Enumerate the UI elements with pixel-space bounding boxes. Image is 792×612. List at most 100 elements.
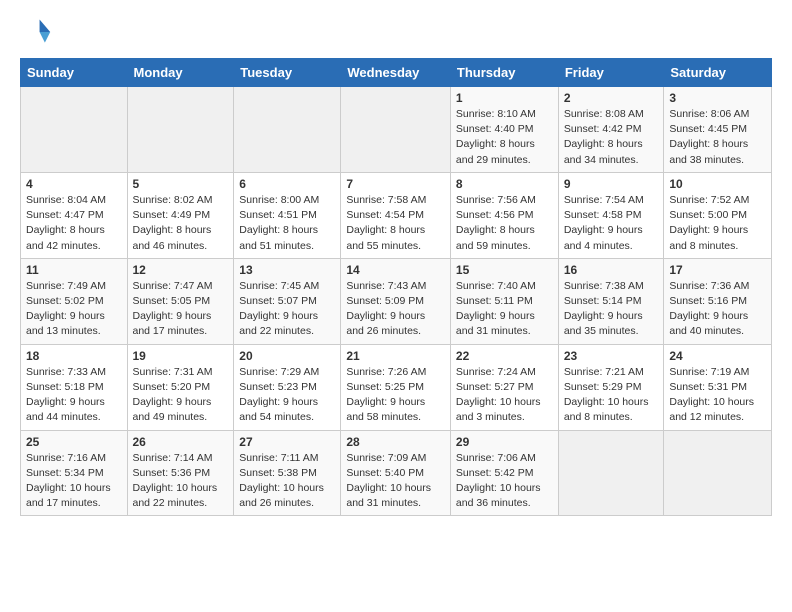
day-number: 20 xyxy=(239,349,335,363)
day-cell: 21Sunrise: 7:26 AMSunset: 5:25 PMDayligh… xyxy=(341,344,451,430)
day-cell: 19 Sunrise: 7:31 AMSunset: 5:20 PMDayligh… xyxy=(127,344,234,430)
day-info: Sunrise: 7:54 AMSunset: 4:58 PMDaylight:… xyxy=(564,193,659,254)
weekday-sunday: Sunday xyxy=(21,59,128,87)
day-cell xyxy=(558,430,664,516)
day-cell: 4 Sunrise: 8:04 AMSunset: 4:47 PMDaylight… xyxy=(21,172,128,258)
weekday-wednesday: Wednesday xyxy=(341,59,451,87)
day-info: Sunrise: 7:56 AMSunset: 4:56 PMDaylight:… xyxy=(456,193,553,254)
page: SundayMondayTuesdayWednesdayThursdayFrid… xyxy=(0,0,792,526)
day-info: Sunrise: 7:40 AMSunset: 5:11 PMDaylight:… xyxy=(456,279,553,340)
week-row-5: 25 Sunrise: 7:16 AMSunset: 5:34 PMDayligh… xyxy=(21,430,772,516)
day-cell xyxy=(127,87,234,173)
day-info: Sunrise: 8:00 AMSunset: 4:51 PMDaylight:… xyxy=(239,193,335,254)
day-number: 29 xyxy=(456,435,553,449)
weekday-friday: Friday xyxy=(558,59,664,87)
weekday-tuesday: Tuesday xyxy=(234,59,341,87)
day-number: 15 xyxy=(456,263,553,277)
day-cell: 14Sunrise: 7:43 AMSunset: 5:09 PMDayligh… xyxy=(341,258,451,344)
day-cell: 10Sunrise: 7:52 AMSunset: 5:00 PMDayligh… xyxy=(664,172,772,258)
week-row-1: 1 Sunrise: 8:10 AMSunset: 4:40 PMDaylight… xyxy=(21,87,772,173)
day-number: 11 xyxy=(26,263,122,277)
day-cell: 7 Sunrise: 7:58 AMSunset: 4:54 PMDaylight… xyxy=(341,172,451,258)
day-cell: 3 Sunrise: 8:06 AMSunset: 4:45 PMDaylight… xyxy=(664,87,772,173)
day-number: 24 xyxy=(669,349,766,363)
day-cell: 29 Sunrise: 7:06 AMSunset: 5:42 PMDayligh… xyxy=(450,430,558,516)
day-info: Sunrise: 7:09 AMSunset: 5:40 PMDaylight:… xyxy=(346,451,445,512)
day-cell: 27 Sunrise: 7:11 AMSunset: 5:38 PMDayligh… xyxy=(234,430,341,516)
day-info: Sunrise: 7:33 AMSunset: 5:18 PMDaylight:… xyxy=(26,365,122,426)
day-cell: 9Sunrise: 7:54 AMSunset: 4:58 PMDaylight… xyxy=(558,172,664,258)
day-number: 13 xyxy=(239,263,335,277)
day-cell: 20 Sunrise: 7:29 AMSunset: 5:23 PMDayligh… xyxy=(234,344,341,430)
day-info: Sunrise: 7:16 AMSunset: 5:34 PMDaylight:… xyxy=(26,451,122,512)
day-info: Sunrise: 8:06 AMSunset: 4:45 PMDaylight:… xyxy=(669,107,766,168)
calendar-table: SundayMondayTuesdayWednesdayThursdayFrid… xyxy=(20,58,772,516)
day-number: 21 xyxy=(346,349,445,363)
day-number: 26 xyxy=(133,435,229,449)
day-number: 22 xyxy=(456,349,553,363)
day-number: 3 xyxy=(669,91,766,105)
day-number: 2 xyxy=(564,91,659,105)
day-info: Sunrise: 7:31 AMSunset: 5:20 PMDaylight:… xyxy=(133,365,229,426)
week-row-2: 4 Sunrise: 8:04 AMSunset: 4:47 PMDaylight… xyxy=(21,172,772,258)
weekday-monday: Monday xyxy=(127,59,234,87)
day-cell: 1 Sunrise: 8:10 AMSunset: 4:40 PMDaylight… xyxy=(450,87,558,173)
day-info: Sunrise: 7:52 AMSunset: 5:00 PMDaylight:… xyxy=(669,193,766,254)
day-number: 16 xyxy=(564,263,659,277)
day-info: Sunrise: 7:14 AMSunset: 5:36 PMDaylight:… xyxy=(133,451,229,512)
day-cell: 24Sunrise: 7:19 AMSunset: 5:31 PMDayligh… xyxy=(664,344,772,430)
day-cell: 5Sunrise: 8:02 AMSunset: 4:49 PMDaylight… xyxy=(127,172,234,258)
day-cell: 23Sunrise: 7:21 AMSunset: 5:29 PMDayligh… xyxy=(558,344,664,430)
day-info: Sunrise: 7:24 AMSunset: 5:27 PMDaylight:… xyxy=(456,365,553,426)
day-cell: 11 Sunrise: 7:49 AMSunset: 5:02 PMDayligh… xyxy=(21,258,128,344)
weekday-saturday: Saturday xyxy=(664,59,772,87)
day-cell: 12 Sunrise: 7:47 AMSunset: 5:05 PMDayligh… xyxy=(127,258,234,344)
day-info: Sunrise: 7:06 AMSunset: 5:42 PMDaylight:… xyxy=(456,451,553,512)
day-cell: 13 Sunrise: 7:45 AMSunset: 5:07 PMDayligh… xyxy=(234,258,341,344)
day-number: 12 xyxy=(133,263,229,277)
day-number: 27 xyxy=(239,435,335,449)
day-number: 25 xyxy=(26,435,122,449)
week-row-4: 18 Sunrise: 7:33 AMSunset: 5:18 PMDayligh… xyxy=(21,344,772,430)
day-info: Sunrise: 7:29 AMSunset: 5:23 PMDaylight:… xyxy=(239,365,335,426)
day-cell: 28 Sunrise: 7:09 AMSunset: 5:40 PMDayligh… xyxy=(341,430,451,516)
day-cell xyxy=(664,430,772,516)
day-info: Sunrise: 7:11 AMSunset: 5:38 PMDaylight:… xyxy=(239,451,335,512)
day-info: Sunrise: 7:49 AMSunset: 5:02 PMDaylight:… xyxy=(26,279,122,340)
day-cell: 15 Sunrise: 7:40 AMSunset: 5:11 PMDayligh… xyxy=(450,258,558,344)
day-info: Sunrise: 8:08 AMSunset: 4:42 PMDaylight:… xyxy=(564,107,659,168)
day-cell xyxy=(21,87,128,173)
logo-icon xyxy=(20,16,52,48)
logo xyxy=(20,16,56,48)
day-cell xyxy=(234,87,341,173)
day-cell xyxy=(341,87,451,173)
header xyxy=(20,16,772,48)
day-info: Sunrise: 8:02 AMSunset: 4:49 PMDaylight:… xyxy=(133,193,229,254)
day-number: 8 xyxy=(456,177,553,191)
day-number: 6 xyxy=(239,177,335,191)
day-cell: 16 Sunrise: 7:38 AMSunset: 5:14 PMDayligh… xyxy=(558,258,664,344)
day-cell: 25 Sunrise: 7:16 AMSunset: 5:34 PMDayligh… xyxy=(21,430,128,516)
day-number: 1 xyxy=(456,91,553,105)
day-info: Sunrise: 7:21 AMSunset: 5:29 PMDaylight:… xyxy=(564,365,659,426)
day-number: 4 xyxy=(26,177,122,191)
day-info: Sunrise: 7:36 AMSunset: 5:16 PMDaylight:… xyxy=(669,279,766,340)
day-info: Sunrise: 7:47 AMSunset: 5:05 PMDaylight:… xyxy=(133,279,229,340)
day-cell: 17 Sunrise: 7:36 AMSunset: 5:16 PMDayligh… xyxy=(664,258,772,344)
day-info: Sunrise: 7:38 AMSunset: 5:14 PMDaylight:… xyxy=(564,279,659,340)
week-row-3: 11 Sunrise: 7:49 AMSunset: 5:02 PMDayligh… xyxy=(21,258,772,344)
day-info: Sunrise: 8:04 AMSunset: 4:47 PMDaylight:… xyxy=(26,193,122,254)
weekday-thursday: Thursday xyxy=(450,59,558,87)
day-info: Sunrise: 8:10 AMSunset: 4:40 PMDaylight:… xyxy=(456,107,553,168)
weekday-header-row: SundayMondayTuesdayWednesdayThursdayFrid… xyxy=(21,59,772,87)
day-number: 7 xyxy=(346,177,445,191)
day-number: 17 xyxy=(669,263,766,277)
day-number: 28 xyxy=(346,435,445,449)
day-info: Sunrise: 7:45 AMSunset: 5:07 PMDaylight:… xyxy=(239,279,335,340)
day-number: 19 xyxy=(133,349,229,363)
day-cell: 8 Sunrise: 7:56 AMSunset: 4:56 PMDaylight… xyxy=(450,172,558,258)
day-info: Sunrise: 7:58 AMSunset: 4:54 PMDaylight:… xyxy=(346,193,445,254)
day-cell: 6 Sunrise: 8:00 AMSunset: 4:51 PMDaylight… xyxy=(234,172,341,258)
day-cell: 2 Sunrise: 8:08 AMSunset: 4:42 PMDaylight… xyxy=(558,87,664,173)
day-number: 18 xyxy=(26,349,122,363)
